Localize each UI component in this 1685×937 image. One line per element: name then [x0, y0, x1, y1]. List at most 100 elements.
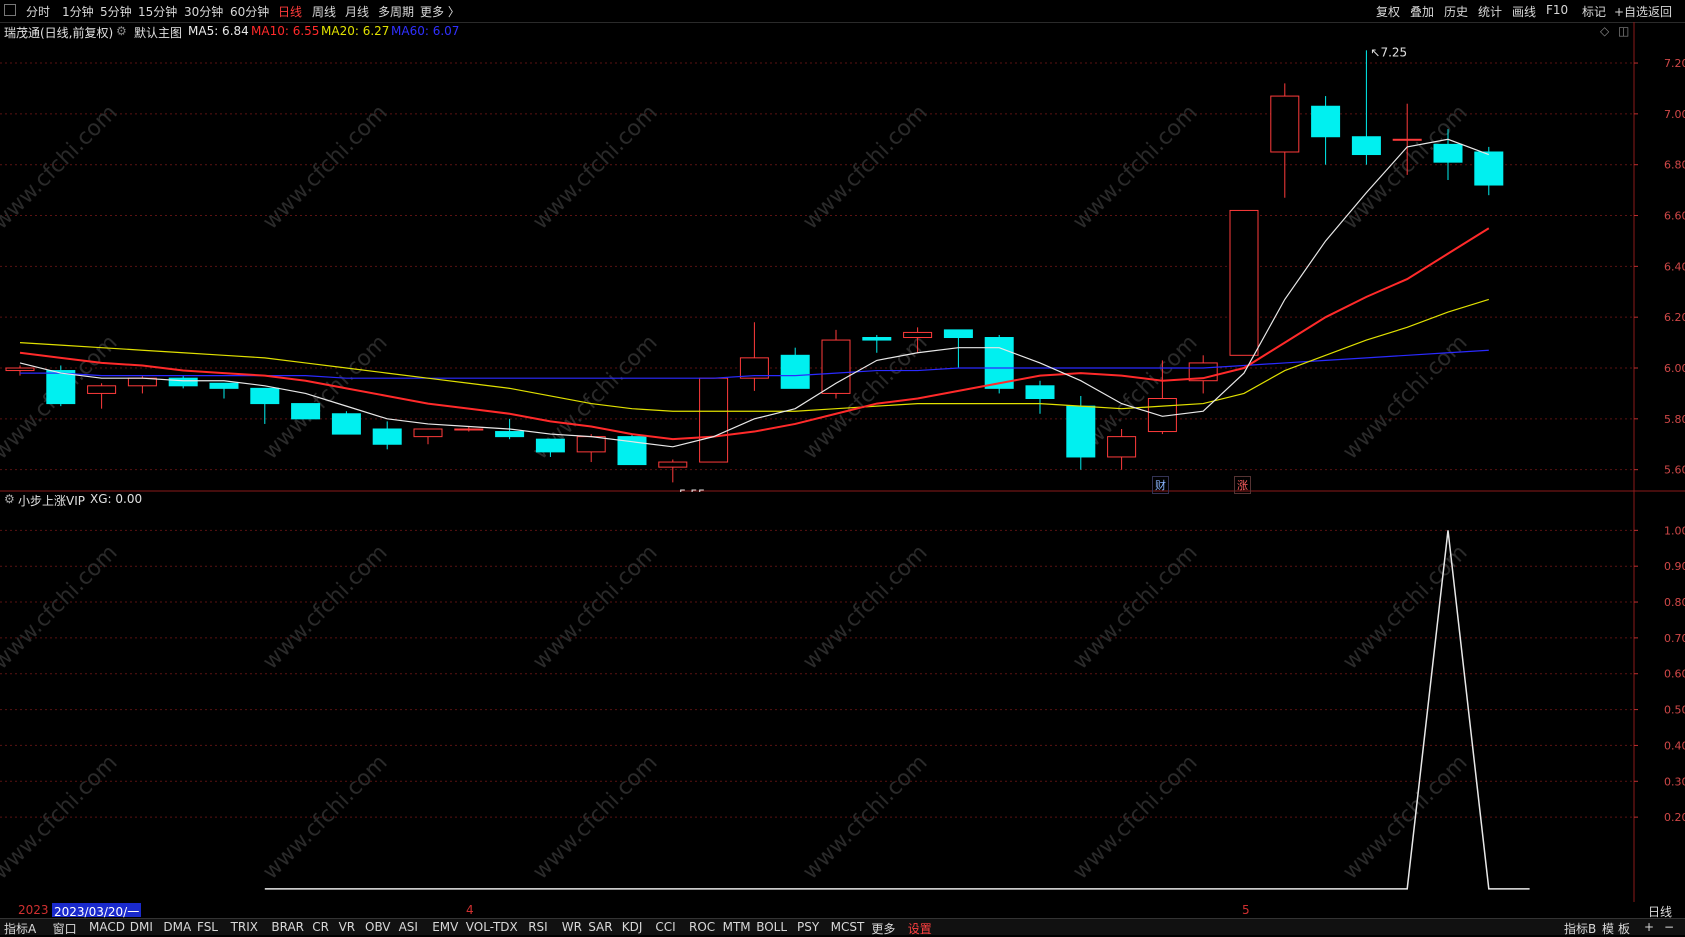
candle-body	[87, 385, 117, 394]
watermark-text: www.cfchi.com	[798, 540, 932, 674]
finance-tag[interactable]: 财	[1152, 476, 1169, 494]
period-tab-9[interactable]: 多周期	[378, 3, 414, 20]
indicator-tab-16[interactable]: SAR	[588, 920, 612, 934]
main-tick-label: 5.60	[1664, 464, 1685, 477]
period-tab-6[interactable]: 日线	[278, 3, 302, 20]
indicator-tab-23[interactable]: MCST	[831, 920, 865, 934]
period-tab-1[interactable]: 1分钟	[62, 3, 94, 20]
candle-body	[780, 354, 810, 389]
indicator-tab-right-0[interactable]: 指标B	[1564, 920, 1596, 937]
watermark-text: www.cfchi.com	[1338, 540, 1472, 674]
indicator-tab-14[interactable]: RSI	[528, 920, 548, 934]
indicator-tab-18[interactable]: CCI	[655, 920, 675, 934]
watermark-text: www.cfchi.com	[1338, 100, 1472, 234]
rise-tag[interactable]: 涨	[1234, 476, 1251, 494]
indicator-tab-21[interactable]: BOLL	[756, 920, 787, 934]
candle-body	[1474, 151, 1504, 186]
indicator-tab-20[interactable]: MTM	[723, 920, 751, 934]
candle-body	[903, 331, 933, 339]
candle-body	[209, 382, 239, 389]
main-tick-label: 6.80	[1664, 159, 1685, 172]
toolbar-button-0[interactable]: 复权	[1376, 3, 1400, 20]
main-tick-label: 6.00	[1664, 362, 1685, 375]
candle-body	[1229, 209, 1259, 356]
indicator-tab-7[interactable]: BRAR	[271, 920, 304, 934]
watermark-text: www.cfchi.com	[0, 100, 123, 234]
candle-body	[5, 367, 35, 372]
indicator-tab-9[interactable]: VR	[339, 920, 356, 934]
period-tab-2[interactable]: 5分钟	[100, 3, 132, 20]
period-tab-5[interactable]: 60分钟	[230, 3, 269, 20]
period-tab-8[interactable]: 月线	[345, 3, 369, 20]
period-tab-0[interactable]: 分时	[26, 3, 50, 20]
candle-body	[535, 438, 565, 453]
sub-tick-label: 1.00	[1664, 524, 1685, 537]
period-tab-10[interactable]: 更多 〉	[420, 3, 460, 20]
candle-body	[1270, 95, 1300, 153]
main-tick-label: 6.20	[1664, 311, 1685, 324]
sub-tick-label: 0.60	[1664, 668, 1685, 681]
watermark-text: www.cfchi.com	[798, 330, 932, 464]
indicator-tab-25[interactable]: 设置	[908, 920, 932, 937]
candle-body	[1351, 136, 1381, 156]
candle-body	[862, 337, 892, 341]
watermark-text: www.cfchi.com	[1338, 750, 1472, 884]
candle-body	[331, 413, 361, 435]
indicator-tab-12[interactable]: EMV	[432, 920, 458, 934]
indicator-tab-right-4[interactable]: −	[1664, 920, 1674, 934]
toolbar-button-3[interactable]: 统计	[1478, 3, 1502, 20]
main-tick-label: 7.00	[1664, 108, 1685, 121]
period-tab-3[interactable]: 15分钟	[138, 3, 177, 20]
sub-tick-label: 0.90	[1664, 560, 1685, 573]
candle-body	[943, 329, 973, 339]
main-tick-label: 7.20	[1664, 57, 1685, 70]
watermark-text: www.cfchi.com	[528, 540, 662, 674]
indicator-tab-3[interactable]: DMI	[130, 920, 153, 934]
indicator-tab-11[interactable]: ASI	[399, 920, 418, 934]
indicator-tab-4[interactable]: DMA	[163, 920, 191, 934]
sub-tick-label: 0.20	[1664, 811, 1685, 824]
top-toolbar: 分时 1分钟 5分钟 15分钟 30分钟 60分钟 日线 周线 月线 多周期 更多 〉 复权 叠加 历史…	[0, 0, 1685, 23]
watermark-text: www.cfchi.com	[798, 100, 932, 234]
indicator-tab-22[interactable]: PSY	[797, 920, 819, 934]
indicator-tab-right-3[interactable]: +	[1644, 920, 1654, 934]
indicator-tab-right-2[interactable]: 板	[1618, 920, 1630, 937]
main-tick-label: 6.40	[1664, 260, 1685, 273]
toolbar-button-7[interactable]: +自选	[1614, 3, 1648, 20]
indicator-tab-6[interactable]: TRIX	[231, 920, 258, 934]
indicator-tab-0[interactable]: 指标A	[4, 920, 36, 937]
indicator-tab-5[interactable]: FSL	[197, 920, 218, 934]
toolbar-button-1[interactable]: 叠加	[1410, 3, 1434, 20]
indicator-tab-17[interactable]: KDJ	[622, 920, 643, 934]
window-menu-icon[interactable]	[4, 4, 16, 16]
indicator-tab-13[interactable]: VOL-TDX	[466, 920, 518, 934]
indicator-tab-24[interactable]: 更多	[871, 920, 895, 937]
candle-body	[576, 436, 606, 453]
indicator-tab-right-1[interactable]: 模	[1602, 920, 1614, 937]
period-label: 日线	[1648, 905, 1673, 919]
indicator-tab-2[interactable]: MACD	[89, 920, 125, 934]
toolbar-button-8[interactable]: 返回	[1648, 3, 1672, 20]
indicator-tab-19[interactable]: ROC	[689, 920, 715, 934]
toolbar-button-5[interactable]: F10	[1546, 3, 1568, 17]
toolbar-button-4[interactable]: 画线	[1512, 3, 1536, 20]
indicator-tab-10[interactable]: OBV	[365, 920, 391, 934]
candle-body	[1107, 436, 1137, 458]
watermark-text: www.cfchi.com	[258, 100, 392, 234]
indicator-tab-15[interactable]: WR	[562, 920, 582, 934]
candlestick-chart[interactable]: 5.60 5.80 6.00 6.20 6.40 6.60 6.80 7.00 7.20 www.…	[0, 22, 1685, 492]
period-tab-4[interactable]: 30分钟	[184, 3, 223, 20]
toolbar-button-2[interactable]: 历史	[1444, 3, 1468, 20]
sub-tick-label: 0.30	[1664, 775, 1685, 788]
candle-body	[1433, 143, 1463, 163]
watermark-text: www.cfchi.com	[1068, 540, 1202, 674]
sub-tick-label: 0.70	[1664, 632, 1685, 645]
candle-body	[291, 403, 321, 420]
period-tab-7[interactable]: 周线	[312, 3, 336, 20]
toolbar-button-6[interactable]: 标记	[1582, 3, 1606, 20]
indicator-tab-1[interactable]: 窗口	[53, 920, 77, 937]
candle-body	[699, 377, 729, 463]
indicator-tab-8[interactable]: CR	[312, 920, 329, 934]
watermark-text: www.cfchi.com	[528, 750, 662, 884]
indicator-chart[interactable]: 0.20 0.30 0.40 0.50 0.60 0.70 0.80 0.90 1.00 www.…	[0, 492, 1685, 902]
